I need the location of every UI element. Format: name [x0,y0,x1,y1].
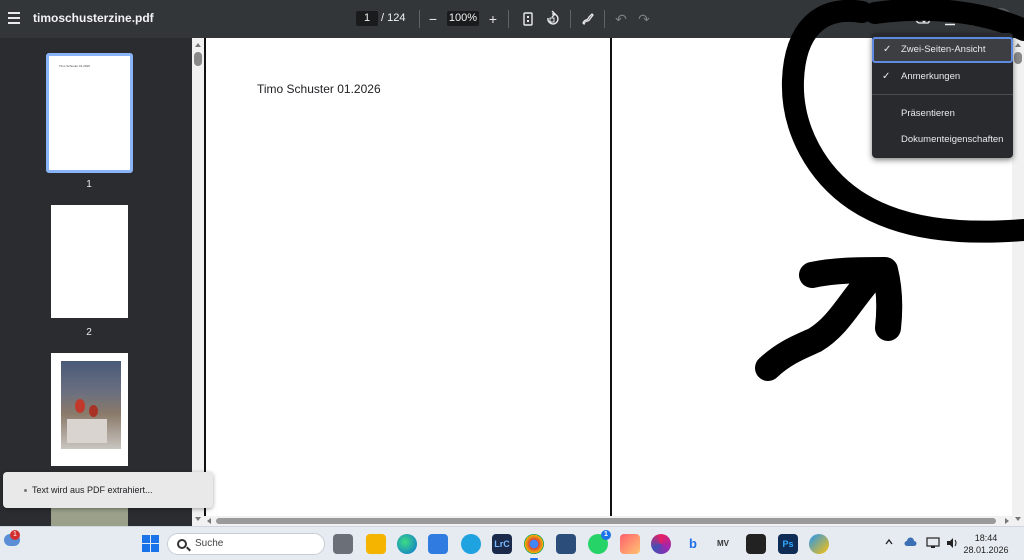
store-icon[interactable] [428,534,448,554]
save-to-drive-icon[interactable] [914,9,934,29]
horizontal-scrollbar[interactable] [204,516,1012,526]
sidebar-scrollbar[interactable] [192,38,204,526]
annotate-pen-icon[interactable] [578,9,598,29]
photoshop-icon[interactable]: Ps [778,534,798,554]
redo-button[interactable]: ↷ [634,9,654,29]
clock-time: 18:44 [974,533,998,543]
zoom-out-button[interactable]: − [423,9,443,29]
toolbar-divider [508,10,509,28]
menu-item-label: Präsentieren [901,108,955,119]
hamburger-menu-icon[interactable] [4,9,24,29]
menu-item-two-page-view[interactable]: ✓ Zwei-Seiten-Ansicht [872,37,1013,63]
thumbnail-page-number: 1 [86,179,92,190]
loading-spinner-icon [24,489,27,492]
thumbnail-photo [61,361,121,449]
tray-overflow-icon[interactable] [884,537,894,550]
check-icon: ✓ [882,71,891,82]
notification-badge: 1 [10,530,20,540]
thumbnail-page-number: 2 [86,327,92,338]
check-icon: ✓ [883,44,892,55]
menu-item-present[interactable]: Präsentieren [872,101,1013,127]
volume-icon[interactable] [946,537,960,552]
page-divider [610,38,612,516]
page-total: / 124 [381,12,406,24]
whatsapp-icon[interactable]: 1 [588,530,611,554]
page-thumbnail-4[interactable] [51,508,128,528]
file-explorer-icon[interactable] [366,534,386,554]
zoom-level-input[interactable]: 100% [447,11,479,26]
menu-item-label: Anmerkungen [901,71,961,82]
search-placeholder: Suche [195,538,224,549]
pdf-toolbar: timoschusterzine.pdf 1 / 124 − 100% + ↶ … [0,0,1024,38]
page-thumbnail-2[interactable] [51,205,128,318]
musicvideo-icon[interactable]: MV [713,534,733,554]
taskbar-search-input[interactable]: Suche [167,533,325,555]
windows-start-icon[interactable] [142,535,159,552]
thumbnail-sidebar: Timo Schuster 01.2026 1 2 [0,38,192,528]
download-icon[interactable] [940,9,960,29]
page-number-input[interactable]: 1 [356,11,378,26]
lightroom-icon[interactable]: LrC [492,534,512,554]
photos-icon[interactable] [620,534,640,554]
horizontal-scroll-thumb[interactable] [216,518,996,524]
toolbar-divider [604,10,605,28]
rotate-icon[interactable] [542,9,562,29]
clock-date: 28.01.2026 [963,545,1009,555]
page-thumbnail-1[interactable]: Timo Schuster 01.2026 [46,53,133,173]
activity-monitor-icon[interactable] [556,534,576,554]
system-clock[interactable]: 18:44 28.01.2026 [960,532,1012,556]
file-name: timoschusterzine.pdf [33,11,154,25]
whatsapp-badge: 1 [601,530,611,540]
toast-text: Text wird aus PDF extrahiert... [32,485,153,495]
undo-button[interactable]: ↶ [611,9,631,29]
menu-divider [872,94,1013,95]
cloud-sync-icon[interactable] [904,537,918,550]
menu-item-document-properties[interactable]: Dokumenteigenschaften [872,127,1013,153]
fit-page-icon[interactable] [518,9,538,29]
app-icon[interactable] [809,534,829,554]
more-options-icon[interactable] [990,8,1012,30]
task-view-icon[interactable] [333,534,353,554]
pdf-viewer-window: timoschusterzine.pdf 1 / 124 − 100% + ↶ … [0,0,1024,560]
toolbar-divider [570,10,571,28]
menu-item-label: Zwei-Seiten-Ansicht [901,44,986,55]
zoom-in-button[interactable]: + [483,9,503,29]
menu-item-label: Dokumenteigenschaften [901,134,1004,145]
thunderbird-icon[interactable] [461,534,481,554]
color-app-icon[interactable] [651,534,671,554]
extraction-toast: Text wird aus PDF extrahiert... [3,472,213,508]
chrome-icon[interactable] [524,534,544,560]
page-1-text: Timo Schuster 01.2026 [257,82,381,96]
bing-icon[interactable]: b [683,534,703,554]
network-icon[interactable] [926,537,940,552]
document-scrollbar[interactable] [1012,38,1024,526]
page-thumbnail-3[interactable] [51,353,128,466]
options-menu: ✓ Zwei-Seiten-Ansicht ✓ Anmerkungen Präs… [872,33,1013,158]
search-icon [177,539,187,549]
edge-icon[interactable] [397,534,417,554]
davinci-icon[interactable] [746,534,766,554]
toolbar-divider [419,10,420,28]
thumbnail-mini-text: Timo Schuster 01.2026 [59,64,90,68]
sidebar-scroll-thumb[interactable] [194,52,202,66]
windows-taskbar: 1 Suche LrC 1 b MV Ps 18:44 28.01.2026 [0,526,1024,560]
page-edge [204,38,206,516]
menu-item-annotations[interactable]: ✓ Anmerkungen [872,64,1013,90]
document-scroll-thumb[interactable] [1014,52,1022,64]
print-icon[interactable] [966,9,986,29]
